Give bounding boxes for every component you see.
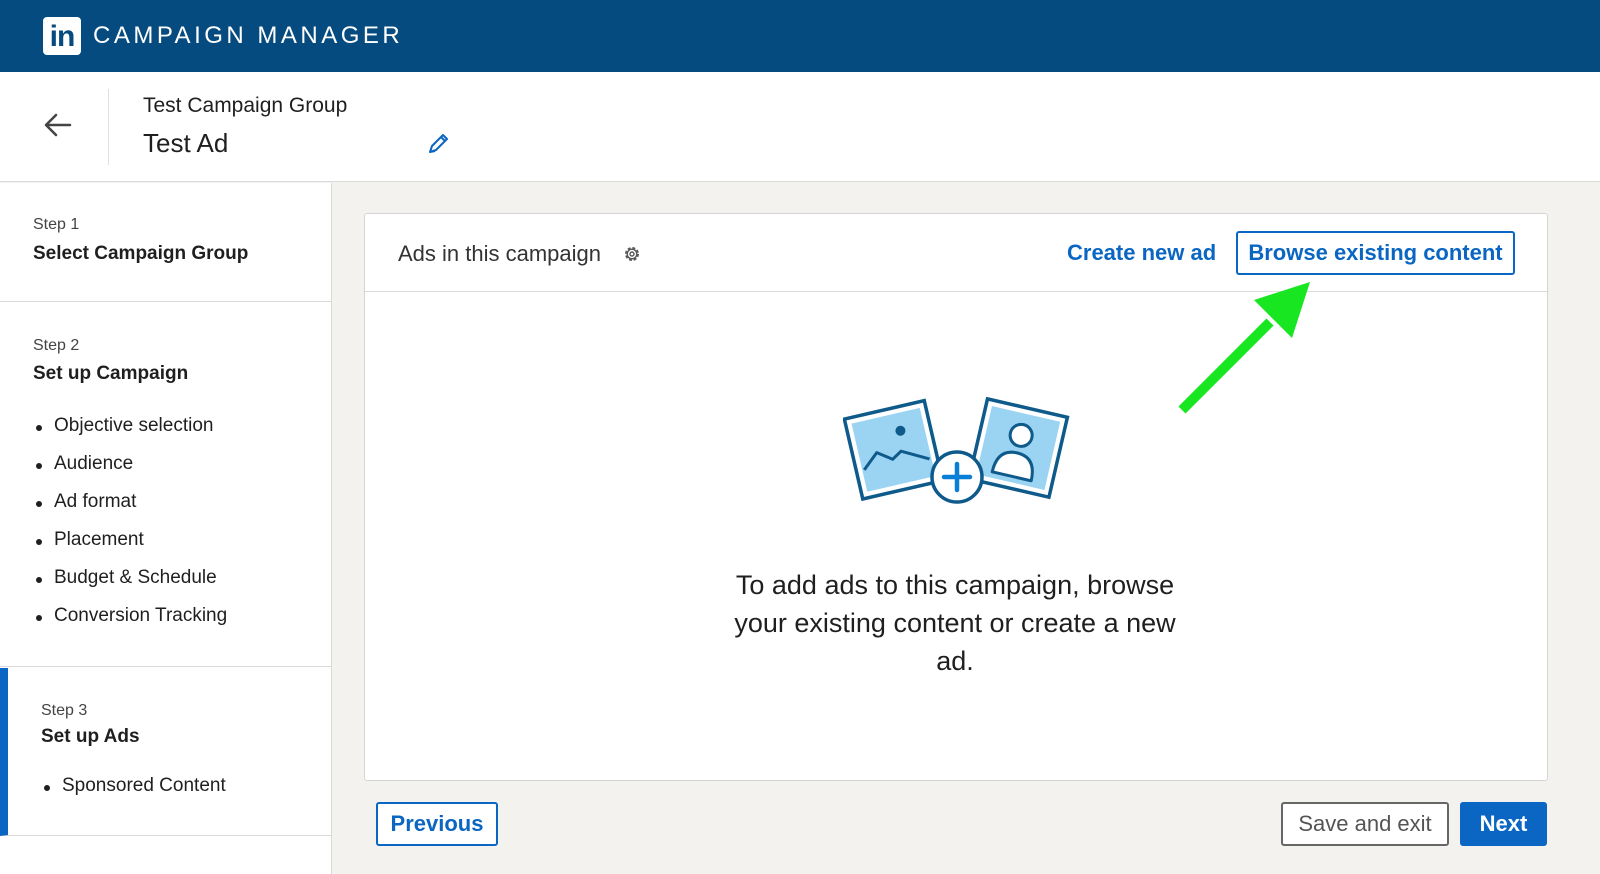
logo-text: in bbox=[49, 20, 76, 53]
create-new-ad-link[interactable]: Create new ad bbox=[1067, 240, 1216, 266]
substep-sponsored-content[interactable]: Sponsored Content bbox=[40, 775, 226, 797]
ads-card-header: Ads in this campaign Create new ad Brows… bbox=[365, 214, 1547, 292]
substep-ad-format[interactable]: Ad format bbox=[32, 491, 136, 513]
empty-state-message: To add ads to this campaign, browse your… bbox=[734, 570, 1176, 676]
campaign-group-title: Test Campaign Group bbox=[143, 94, 348, 117]
substep-conversion-tracking[interactable]: Conversion Tracking bbox=[32, 605, 227, 627]
step-number: Step 2 bbox=[33, 337, 80, 354]
substep-budget-schedule[interactable]: Budget & Schedule bbox=[32, 567, 217, 589]
back-arrow-icon[interactable] bbox=[40, 107, 76, 143]
step-title: Set up Campaign bbox=[33, 363, 189, 384]
previous-button[interactable]: Previous bbox=[376, 802, 498, 846]
substep-audience[interactable]: Audience bbox=[32, 453, 133, 475]
step-number: Step 1 bbox=[33, 216, 80, 233]
ad-title: Test Ad bbox=[143, 128, 229, 158]
step-3-active[interactable]: Step 3 Set up Ads Sponsored Content bbox=[0, 668, 332, 836]
image-plus-person-icon bbox=[843, 397, 1070, 504]
app-title: CAMPAIGN MANAGER bbox=[93, 22, 404, 49]
page-header: Test Campaign Group Test Ad bbox=[0, 72, 1600, 182]
gear-icon[interactable] bbox=[622, 244, 642, 264]
substep-placement[interactable]: Placement bbox=[32, 529, 144, 551]
substep-objective-selection[interactable]: Objective selection bbox=[32, 415, 213, 437]
step-title: Select Campaign Group bbox=[33, 243, 249, 264]
step-number: Step 3 bbox=[41, 702, 88, 719]
browse-existing-content-button[interactable]: Browse existing content bbox=[1236, 231, 1515, 275]
step-1[interactable]: Step 1 Select Campaign Group bbox=[0, 183, 332, 302]
steps-sidebar: Step 1 Select Campaign Group Step 2 Set … bbox=[0, 183, 332, 874]
next-button[interactable]: Next bbox=[1460, 802, 1547, 846]
step-2[interactable]: Step 2 Set up Campaign Objective selecti… bbox=[0, 303, 332, 667]
ads-card-title: Ads in this campaign bbox=[398, 241, 601, 266]
save-and-exit-button[interactable]: Save and exit bbox=[1281, 802, 1449, 846]
top-bar: in CAMPAIGN MANAGER bbox=[0, 0, 1600, 72]
step-title: Set up Ads bbox=[41, 726, 140, 747]
pencil-icon[interactable] bbox=[424, 130, 452, 158]
header-divider bbox=[108, 89, 109, 165]
ads-card: Ads in this campaign Create new ad Brows… bbox=[364, 213, 1548, 781]
linkedin-logo[interactable]: in bbox=[43, 17, 81, 55]
